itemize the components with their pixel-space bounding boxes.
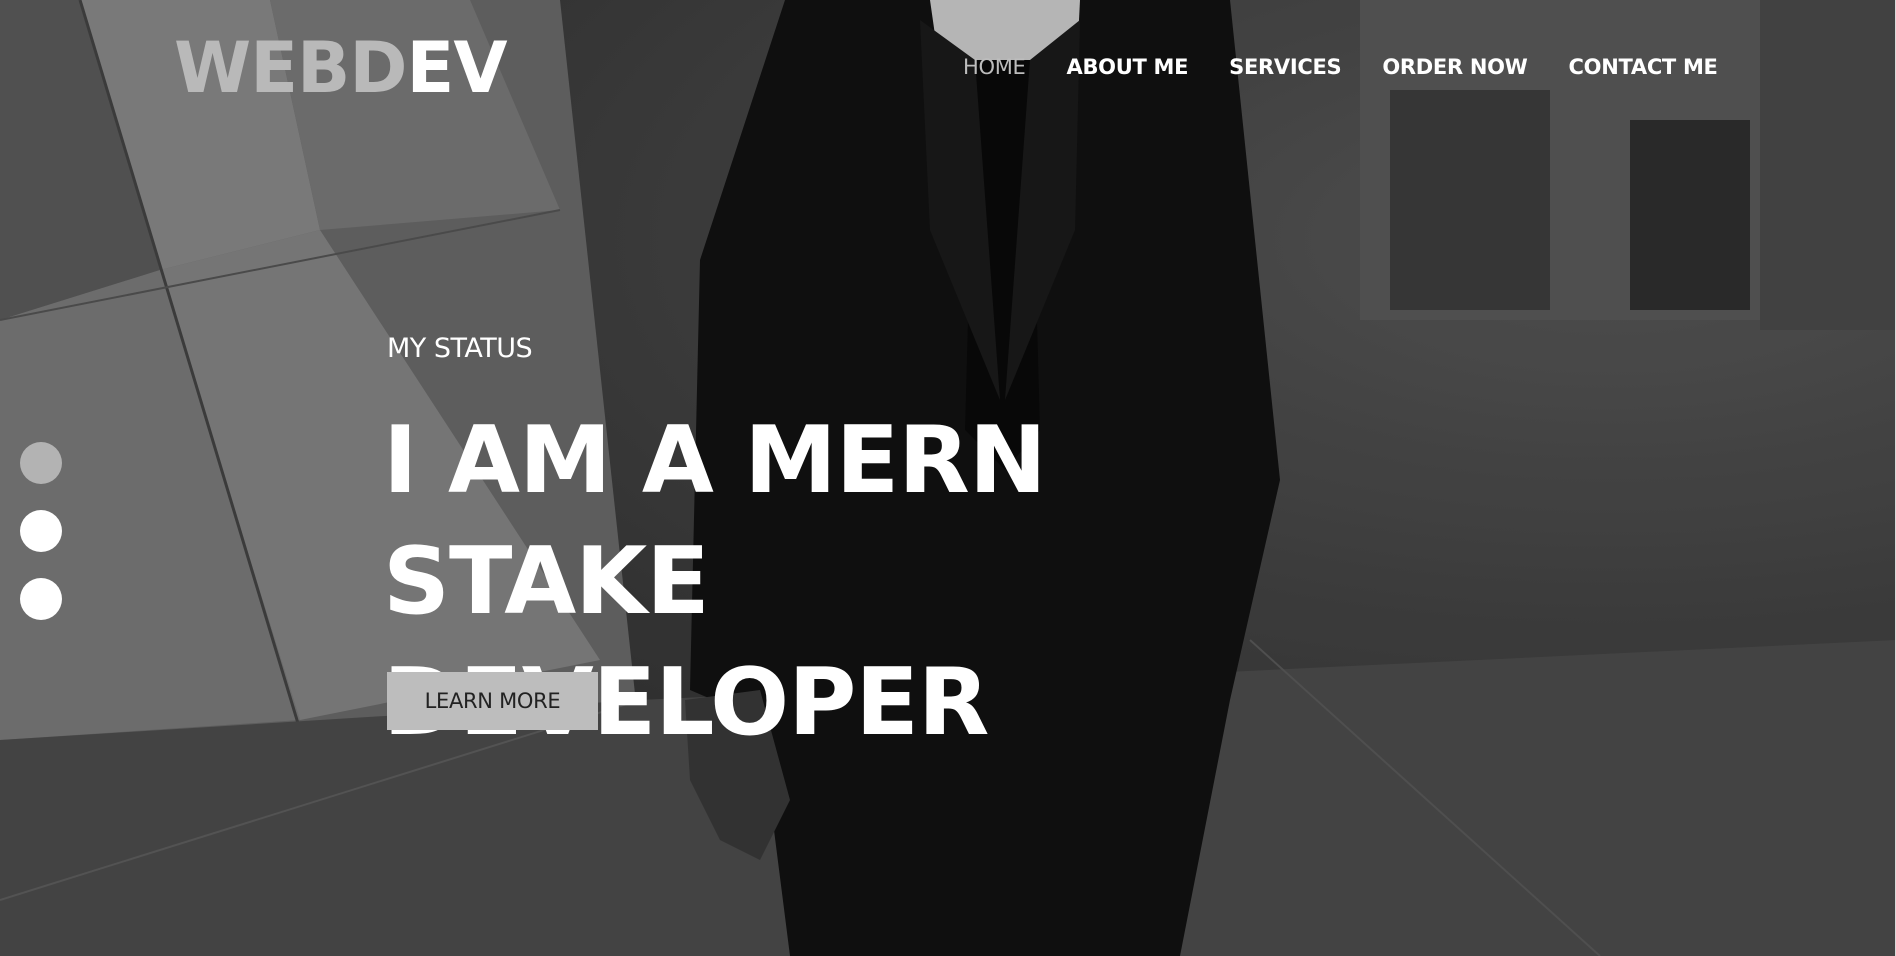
slider-dot-2[interactable]	[20, 510, 62, 552]
nav-item-services[interactable]: SERVICES	[1229, 54, 1341, 80]
brand-logo[interactable]: WEBDEV	[174, 27, 508, 109]
hero-page: WEBDEV HOME ABOUT ME SERVICES ORDER NOW …	[0, 0, 1896, 956]
nav-item-home[interactable]: HOME	[963, 54, 1026, 80]
main-nav: HOME ABOUT ME SERVICES ORDER NOW CONTACT…	[963, 54, 1718, 80]
learn-more-button[interactable]: LEARN MORE	[387, 672, 598, 730]
logo-part-w: WEB	[174, 27, 350, 109]
slider-dot-1[interactable]	[20, 442, 62, 484]
slider-dots	[20, 442, 62, 646]
slider-dot-3[interactable]	[20, 578, 62, 620]
nav-item-contact-me[interactable]: CONTACT ME	[1569, 54, 1718, 80]
hero-status-label: MY STATUS	[387, 333, 533, 364]
nav-item-order-now[interactable]: ORDER NOW	[1382, 54, 1527, 80]
logo-part-d: D	[349, 27, 407, 109]
logo-part-ev: EV	[406, 27, 508, 109]
nav-item-about-me[interactable]: ABOUT ME	[1067, 54, 1189, 80]
hero-headline-line1: I AM A MERN STAKE	[383, 406, 1047, 635]
